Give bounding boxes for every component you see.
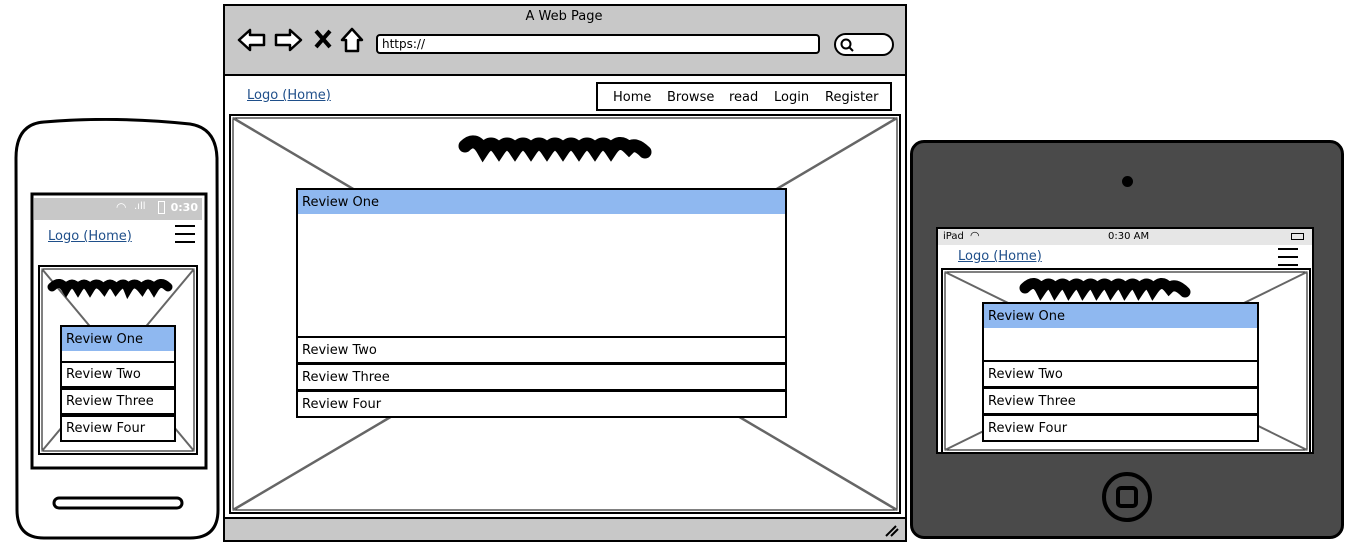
search-icon (840, 38, 854, 52)
browser-review-item[interactable]: Review One (296, 188, 787, 216)
camera-icon (1122, 176, 1133, 187)
tablet-review-item[interactable]: Review Two (982, 360, 1259, 388)
phone-status-time: 0:30 (170, 201, 198, 214)
phone-review-item[interactable]: Review Four (60, 415, 176, 442)
wifi-icon: ◠ (116, 200, 127, 214)
nav-login[interactable]: Login (774, 90, 809, 105)
close-icon[interactable] (313, 28, 333, 50)
phone-status-bar: ◠ .ıll 0:30 (34, 198, 202, 220)
tablet-review-item[interactable]: Review Four (982, 414, 1259, 442)
scribble-heading (47, 279, 173, 300)
tablet-logo-link[interactable]: Logo (Home) (958, 249, 1042, 264)
url-text: https:// (382, 37, 426, 51)
phone-review-item[interactable]: Review Two (60, 361, 176, 388)
wifi-icon: ◠ (970, 229, 980, 242)
browser-status-bar (225, 517, 905, 540)
home-icon[interactable] (339, 26, 365, 54)
nav-home[interactable]: Home (613, 90, 651, 105)
tablet-review-item[interactable]: Review Three (982, 387, 1259, 415)
tablet-status-bar: iPad ◠ 0:30 AM (938, 229, 1312, 245)
hamburger-menu-icon[interactable] (1277, 247, 1299, 267)
battery-icon (1291, 233, 1304, 240)
hamburger-menu-icon[interactable] (174, 224, 196, 244)
forward-arrow-icon[interactable] (273, 27, 303, 53)
nav-browse[interactable]: Browse (667, 90, 714, 105)
tablet-review-panel (982, 328, 1259, 362)
phone-review-item[interactable]: Review One (60, 325, 176, 353)
nav-read[interactable]: read (729, 90, 758, 105)
url-bar[interactable]: https:// (376, 34, 820, 54)
tablet-status-time: 0:30 AM (1108, 231, 1150, 242)
phone-review-item[interactable]: Review Three (60, 388, 176, 415)
nav-register[interactable]: Register (825, 90, 879, 105)
browser-review-item[interactable]: Review Four (296, 390, 787, 418)
battery-icon (158, 201, 165, 214)
scribble-heading (458, 135, 652, 163)
phone-logo-link[interactable]: Logo (Home) (48, 229, 132, 244)
browser-title: A Web Page (525, 9, 603, 24)
back-arrow-icon[interactable] (237, 27, 267, 53)
browser-logo-link[interactable]: Logo (Home) (247, 88, 331, 103)
main-nav: Home Browse read Login Register (596, 82, 892, 111)
home-button-icon[interactable] (1101, 471, 1153, 523)
signal-icon: .ıll (134, 201, 146, 212)
browser-review-item[interactable]: Review Two (296, 336, 787, 364)
tablet-device-label: iPad (943, 231, 964, 242)
browser-review-panel (296, 214, 787, 338)
search-button[interactable] (834, 33, 894, 56)
resize-handle-icon[interactable] (884, 524, 900, 538)
browser-review-item[interactable]: Review Three (296, 363, 787, 391)
tablet-review-item[interactable]: Review One (982, 302, 1259, 330)
